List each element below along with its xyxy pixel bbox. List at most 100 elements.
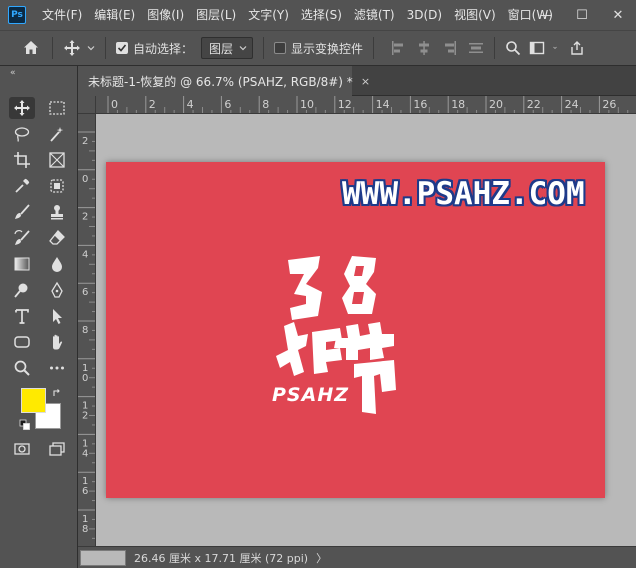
patch-icon — [50, 179, 64, 193]
horizontal-ruler[interactable]: 0 2 4 6 8 10 12 14 16 18 20 22 24 26 — [96, 96, 636, 114]
dodge-tool[interactable] — [9, 279, 35, 301]
screen-mode[interactable] — [44, 438, 70, 460]
pen-icon — [51, 281, 63, 298]
collapse-panel-icon[interactable]: « — [10, 68, 16, 78]
quick-mask-icon — [14, 443, 30, 455]
brush-tool[interactable] — [9, 201, 35, 223]
ruler-label: 2 — [82, 411, 88, 422]
ruler-label: 6 — [82, 486, 88, 497]
ruler-label: 20 — [489, 98, 503, 111]
patch-tool[interactable] — [44, 175, 70, 197]
auto-select-target-value: 图层 — [209, 41, 234, 56]
zoom-tool[interactable] — [9, 357, 35, 379]
share-icon[interactable] — [569, 40, 585, 56]
document-tab[interactable]: 未标题-1-恢复的 @ 66.7% (PSAHZ, RGB/8#) * × — [78, 66, 370, 96]
ruler-label: 8 — [82, 524, 88, 535]
path-select-tool[interactable] — [44, 305, 70, 327]
magic-wand-tool[interactable] — [44, 123, 70, 145]
menu-layer[interactable]: 图层(L) — [190, 0, 242, 30]
ruler-label: 10 — [300, 98, 314, 111]
default-colors-icon[interactable] — [19, 419, 31, 431]
ruler-label: 4 — [82, 249, 88, 260]
search-icon[interactable] — [505, 40, 521, 56]
maximize-button[interactable]: ☐ — [564, 0, 600, 30]
align-right-icon[interactable] — [442, 40, 458, 56]
type-tool[interactable] — [9, 305, 35, 327]
frame-icon — [49, 152, 65, 168]
eyedropper-icon — [15, 178, 30, 193]
chevron-down-icon[interactable] — [553, 40, 561, 56]
align-horizontal-center-icon[interactable] — [416, 40, 432, 56]
ruler-label: 6 — [82, 287, 88, 298]
separator — [494, 37, 496, 59]
document-tab-bar: 未标题-1-恢复的 @ 66.7% (PSAHZ, RGB/8#) * × — [78, 66, 636, 96]
zoom-level-field[interactable] — [80, 549, 126, 566]
menu-3d[interactable]: 3D(D) — [401, 0, 448, 30]
eraser-tool[interactable] — [44, 227, 70, 249]
auto-select-label: 自动选择： — [133, 41, 194, 56]
view-controls — [505, 40, 585, 56]
separator — [105, 37, 106, 59]
move-tool[interactable] — [9, 97, 35, 119]
auto-select-target-dropdown[interactable]: 图层 — [201, 37, 254, 59]
stamp-tool[interactable] — [44, 201, 70, 223]
more-tools[interactable] — [44, 357, 70, 379]
document-size-info: 26.46 厘米 x 17.71 厘米 (72 ppi) — [134, 551, 309, 565]
status-bar: 26.46 厘米 x 17.71 厘米 (72 ppi) 〉 — [78, 546, 636, 568]
crop-tool[interactable] — [9, 149, 35, 171]
close-tab-icon[interactable]: × — [361, 75, 370, 88]
move-icon — [14, 100, 30, 116]
home-button[interactable] — [20, 39, 42, 57]
blur-tool[interactable] — [44, 253, 70, 275]
history-brush-tool[interactable] — [9, 227, 35, 249]
menu-bar: Ps 文件(F) 编辑(E) 图像(I) 图层(L) 文字(Y) 选择(S) 滤… — [0, 0, 636, 30]
menu-filter[interactable]: 滤镜(T) — [348, 0, 401, 30]
menu-select[interactable]: 选择(S) — [295, 0, 348, 30]
align-group — [390, 40, 484, 56]
menu-file[interactable]: 文件(F) — [36, 0, 88, 30]
align-left-icon[interactable] — [390, 40, 406, 56]
ruler-label: 26 — [602, 98, 616, 111]
zoom-icon — [14, 360, 30, 376]
swap-colors-icon[interactable] — [52, 388, 62, 398]
status-menu-arrow[interactable]: 〉 — [316, 550, 327, 566]
menu-edit[interactable]: 编辑(E) — [88, 0, 141, 30]
close-button[interactable]: ✕ — [600, 0, 636, 30]
shape-tool[interactable] — [9, 331, 35, 353]
gradient-tool[interactable] — [9, 253, 35, 275]
hand-tool[interactable] — [44, 331, 70, 353]
ruler-origin[interactable] — [78, 96, 96, 114]
auto-select-checkbox[interactable] — [116, 42, 128, 54]
eyedropper-tool[interactable] — [9, 175, 35, 197]
marquee-icon — [49, 101, 65, 115]
menu-image[interactable]: 图像(I) — [141, 0, 190, 30]
document-canvas[interactable]: WWW.PSAHZ.COM PSAHZ — [106, 162, 605, 498]
chevron-down-icon — [239, 46, 247, 51]
distribute-icon[interactable] — [468, 40, 484, 56]
gradient-icon — [14, 257, 30, 271]
ruler-label: 8 — [82, 325, 88, 336]
crop-icon — [14, 152, 30, 168]
blur-icon — [52, 257, 62, 272]
minimize-button[interactable]: — — [528, 0, 564, 30]
stamp-icon — [51, 205, 63, 220]
menu-view[interactable]: 视图(V) — [448, 0, 502, 30]
vertical-ruler[interactable]: 2024681012141618 — [78, 114, 96, 546]
ruler-label: 8 — [262, 98, 269, 111]
workspace-icon[interactable] — [529, 40, 545, 56]
history-brush-icon — [14, 230, 30, 245]
pen-tool[interactable] — [44, 279, 70, 301]
menu-type[interactable]: 文字(Y) — [242, 0, 295, 30]
move-tool-preset[interactable] — [63, 39, 95, 57]
separator — [373, 37, 375, 59]
quick-mask[interactable] — [9, 438, 35, 460]
marquee-tool[interactable] — [44, 97, 70, 119]
frame-tool[interactable] — [44, 149, 70, 171]
ruler-label: 2 — [82, 136, 88, 147]
ruler-label: 4 — [187, 98, 194, 111]
ruler-label: 0 — [82, 174, 88, 185]
ruler-label: 12 — [338, 98, 352, 111]
foreground-color-swatch[interactable] — [21, 388, 46, 413]
show-transform-checkbox[interactable] — [274, 42, 287, 54]
lasso-tool[interactable] — [9, 123, 35, 145]
